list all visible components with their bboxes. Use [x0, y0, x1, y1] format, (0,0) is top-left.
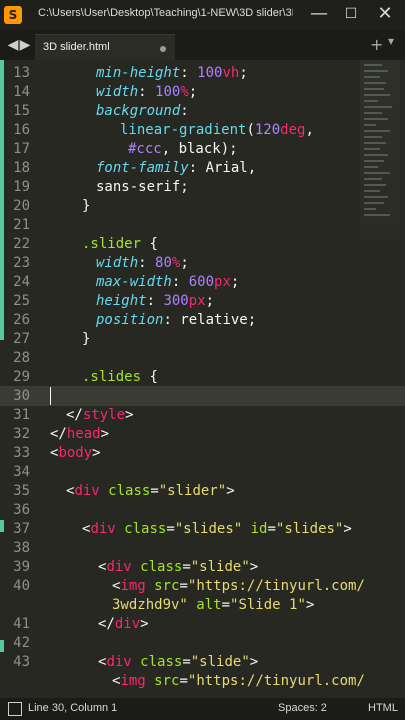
- line-number: 18: [13, 160, 30, 176]
- code-line[interactable]: 31 </style>: [0, 405, 405, 425]
- line-number: 40: [13, 578, 30, 594]
- code-line[interactable]: 27 }: [0, 329, 405, 349]
- code-line[interactable]: 40 <img src="https://tinyurl.com/: [0, 576, 405, 596]
- code-line[interactable]: 21: [0, 215, 405, 235]
- new-tab-button[interactable]: +: [370, 35, 383, 54]
- tab-label: 3D slider.html: [43, 41, 110, 53]
- status-bar: Line 30, Column 1 Spaces: 2 HTML: [0, 698, 405, 720]
- code-line[interactable]: 29 .slides {: [0, 367, 405, 387]
- code-line[interactable]: 17 #ccc, black);: [0, 139, 405, 159]
- code-line[interactable]: 23 width: 80%;: [0, 253, 405, 273]
- line-number: 30: [13, 388, 30, 404]
- line-number: 15: [13, 103, 30, 119]
- code-line[interactable]: 22 .slider {: [0, 234, 405, 254]
- code-line[interactable]: 37 <div class="slides" id="slides">: [0, 519, 405, 539]
- line-number: 29: [13, 369, 30, 385]
- window-title: C:\Users\User\Desktop\Teaching\1-NEW\3D …: [38, 7, 293, 19]
- code-line[interactable]: 18 font-family: Arial,: [0, 158, 405, 178]
- code-line[interactable]: 20 }: [0, 196, 405, 216]
- indentation-setting[interactable]: Spaces: 2: [278, 702, 327, 714]
- line-number: 22: [13, 236, 30, 252]
- code-line[interactable]: 39 <div class="slide">: [0, 557, 405, 577]
- unsaved-indicator-icon: [160, 46, 166, 52]
- current-line[interactable]: 30: [0, 386, 405, 406]
- code-line[interactable]: 33 <body>: [0, 443, 405, 463]
- code-line[interactable]: 25 height: 300px;: [0, 291, 405, 311]
- line-number: 38: [13, 540, 30, 556]
- line-number: 14: [13, 84, 30, 100]
- title-bar: S C:\Users\User\Desktop\Teaching\1-NEW\3…: [0, 0, 405, 30]
- code-line[interactable]: 42: [0, 633, 405, 653]
- line-number: 19: [13, 179, 30, 195]
- code-line[interactable]: 28: [0, 348, 405, 368]
- tab-menu-button[interactable]: ▾: [388, 34, 394, 48]
- code-line[interactable]: 16 linear-gradient(120deg,: [0, 120, 405, 140]
- code-line[interactable]: 34: [0, 462, 405, 482]
- line-number: 27: [13, 331, 30, 347]
- code-line[interactable]: 38: [0, 538, 405, 558]
- line-number: 37: [13, 521, 30, 537]
- line-number: 21: [13, 217, 30, 233]
- line-number: 31: [13, 407, 30, 423]
- line-number: 43: [13, 654, 30, 670]
- code-line[interactable]: 14 width: 100%;: [0, 82, 405, 102]
- line-number: 34: [13, 464, 30, 480]
- line-number: 42: [13, 635, 30, 651]
- close-button[interactable]: ✕: [370, 2, 400, 28]
- line-number: 28: [13, 350, 30, 366]
- text-cursor: [50, 387, 51, 405]
- code-line[interactable]: <img src="https://tinyurl.com/: [0, 671, 405, 691]
- line-number: 32: [13, 426, 30, 442]
- line-number: 35: [13, 483, 30, 499]
- tab-3d-slider-html[interactable]: 3D slider.html: [35, 34, 175, 61]
- line-number: 25: [13, 293, 30, 309]
- code-line[interactable]: 41 </div>: [0, 614, 405, 634]
- minimize-button[interactable]: —: [304, 2, 334, 28]
- code-editor[interactable]: 13 min-height: 100vh; 14 width: 100%; 15…: [0, 60, 405, 698]
- line-number: 41: [13, 616, 30, 632]
- code-line[interactable]: 32 </head>: [0, 424, 405, 444]
- code-line[interactable]: 3wdzhd9v" alt="Slide 1">: [0, 595, 405, 615]
- tab-bar: ◀ ▶ 3D slider.html + ▾: [0, 30, 405, 61]
- sublime-text-icon: S: [4, 6, 22, 24]
- line-number: 24: [13, 274, 30, 290]
- code-line[interactable]: 35 <div class="slider">: [0, 481, 405, 501]
- code-line[interactable]: 43 <div class="slide">: [0, 652, 405, 672]
- code-line[interactable]: 24 max-width: 600px;: [0, 272, 405, 292]
- chevron-right-icon[interactable]: ▶: [18, 35, 32, 55]
- code-line[interactable]: 19 sans-serif;: [0, 177, 405, 197]
- line-number: 13: [13, 65, 30, 81]
- panel-toggle-icon[interactable]: [8, 702, 22, 716]
- maximize-button[interactable]: ☐: [336, 2, 366, 28]
- line-number: 36: [13, 502, 30, 518]
- code-line[interactable]: 13 min-height: 100vh;: [0, 63, 405, 83]
- line-number: 39: [13, 559, 30, 575]
- cursor-position: Line 30, Column 1: [28, 702, 118, 714]
- code-line[interactable]: 26 position: relative;: [0, 310, 405, 330]
- code-line[interactable]: 15 background:: [0, 101, 405, 121]
- line-number: 23: [13, 255, 30, 271]
- code-line[interactable]: 36: [0, 500, 405, 520]
- line-number: 16: [13, 122, 30, 138]
- line-number: 33: [13, 445, 30, 461]
- syntax-mode[interactable]: HTML: [368, 702, 398, 714]
- line-number: 26: [13, 312, 30, 328]
- line-number: 17: [13, 141, 30, 157]
- line-number: 20: [13, 198, 30, 214]
